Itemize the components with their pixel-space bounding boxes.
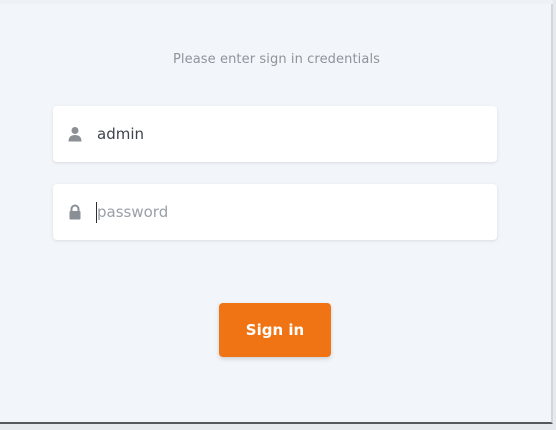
text-caret <box>96 202 97 223</box>
sign-in-button[interactable]: Sign in <box>219 303 331 357</box>
username-input[interactable] <box>93 120 487 148</box>
password-input[interactable] <box>93 198 487 226</box>
username-field[interactable] <box>53 106 497 162</box>
top-strip <box>0 0 553 4</box>
login-panel: Please enter sign in credentials Sign in <box>0 0 553 424</box>
user-icon <box>67 126 83 142</box>
signin-prompt: Please enter sign in credentials <box>172 52 381 67</box>
lock-icon <box>67 204 83 220</box>
password-field[interactable] <box>53 184 497 240</box>
